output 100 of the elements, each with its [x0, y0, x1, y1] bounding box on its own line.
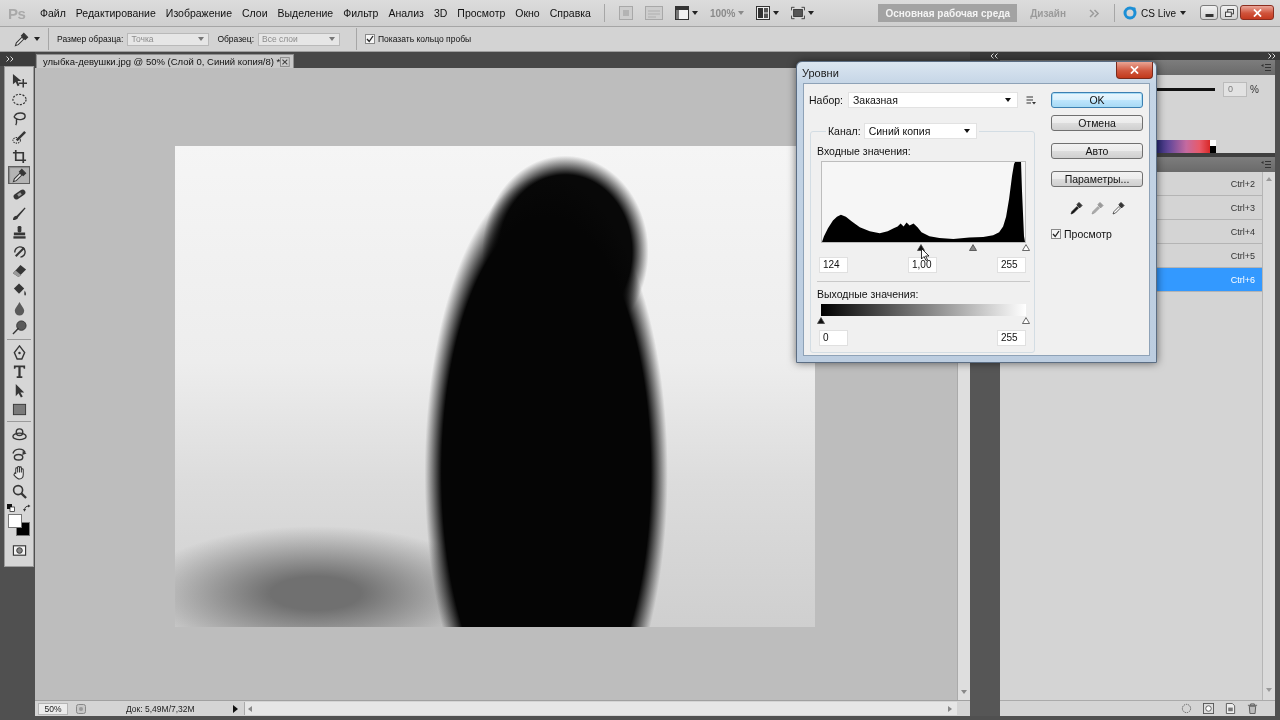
collapse-chevron-icon[interactable]: [990, 53, 998, 59]
dotted-circle-icon[interactable]: [1181, 703, 1192, 714]
small-squares-icon[interactable]: [7, 504, 15, 512]
foreground-background-colors-icon[interactable]: [8, 514, 30, 536]
caret-icon: [738, 11, 745, 15]
sample-label: Образец:: [217, 34, 254, 44]
left-arrow-icon[interactable]: [247, 705, 252, 712]
arrange-documents-button[interactable]: [754, 6, 782, 20]
paint-bucket-icon: [11, 281, 27, 297]
restore-icon: [1224, 8, 1234, 17]
preview-checkbox[interactable]: Просмотр: [1051, 228, 1143, 240]
output-levels-slider[interactable]: [817, 317, 1030, 324]
preset-menu-icon[interactable]: [1026, 95, 1036, 105]
circle-in-frame-icon: [11, 542, 27, 558]
menu-item[interactable]: Выделение: [272, 7, 339, 19]
caret-icon: [963, 129, 970, 133]
move-arrow-icon: [11, 72, 27, 88]
menu-item[interactable]: Слои: [237, 7, 273, 19]
close-icon: [1130, 66, 1139, 74]
horizontal-scrollbar[interactable]: [243, 702, 957, 715]
close-icon[interactable]: [280, 56, 290, 67]
window-icon: [674, 6, 689, 20]
tool-button[interactable]: [8, 166, 30, 184]
minimize-button[interactable]: [1200, 5, 1218, 20]
eyedropper-icon[interactable]: [1112, 201, 1125, 215]
ring-sphere-icon: [11, 426, 27, 442]
caret-icon: [1005, 98, 1011, 102]
menu-item[interactable]: Фильтр: [338, 7, 384, 19]
zoom-field[interactable]: 50%: [38, 702, 68, 715]
input-field[interactable]: 255: [997, 257, 1026, 273]
trash-icon[interactable]: [1247, 703, 1258, 714]
dialog-button[interactable]: Параметры...: [1051, 171, 1143, 187]
arc-brush-icon: [11, 243, 27, 259]
document-tab[interactable]: улыбка-девушки.jpg @ 50% (Слой 0, Синий копия/8) *: [36, 54, 294, 68]
pen-nib-icon: [11, 344, 27, 360]
preset-label: Набор:: [809, 94, 845, 106]
input-field[interactable]: 1,00: [908, 257, 937, 273]
menu-item[interactable]: Файл: [35, 7, 71, 19]
eyedropper-icon[interactable]: [1070, 201, 1083, 215]
menu-item[interactable]: 3D: [428, 7, 453, 19]
play-triangle-icon[interactable]: [232, 704, 238, 713]
caret-icon: [329, 37, 335, 41]
cs-live-button[interactable]: CS Live: [1123, 6, 1186, 20]
channel-dropdown[interactable]: Синий копия: [863, 123, 977, 139]
right-arrow-icon[interactable]: [948, 705, 952, 712]
caret-icon: [198, 37, 205, 41]
rectangle-icon: [11, 401, 27, 417]
menu-item[interactable]: Справка: [544, 7, 596, 19]
input-levels-label: Входные значения:: [817, 145, 912, 157]
output-field[interactable]: 255: [997, 330, 1026, 346]
eyedropper-icon: [14, 31, 29, 47]
swap-arrow-icon[interactable]: [23, 504, 31, 512]
slider-thumb[interactable]: [817, 317, 825, 324]
output-field[interactable]: 0: [819, 330, 848, 346]
curved-arrow-ring-icon: [11, 445, 27, 461]
document-size-text: Док: 5,49M/7,32M: [126, 703, 195, 714]
caret-icon: [808, 11, 815, 15]
screen-frame-button[interactable]: [789, 6, 817, 20]
dialog-button[interactable]: Отмена: [1051, 115, 1143, 131]
mouse-pointer-icon: [921, 248, 930, 261]
panel-menu-icon[interactable]: [1261, 161, 1271, 168]
slider-track[interactable]: [1157, 88, 1215, 91]
menu-item[interactable]: Изображение: [160, 7, 237, 19]
color-ramp-bar[interactable]: [1157, 140, 1210, 153]
screen-mode-button[interactable]: [672, 6, 700, 20]
dialog-button[interactable]: Авто: [1051, 143, 1143, 159]
menu-item[interactable]: Анализ: [383, 7, 429, 19]
brush-selection-icon: [11, 129, 27, 145]
slider-thumb[interactable]: [1022, 244, 1030, 251]
folded-page-icon[interactable]: [1225, 703, 1236, 714]
slider-thumb[interactable]: [1022, 317, 1030, 324]
eyedropper-icon: [11, 167, 27, 183]
input-field[interactable]: 124: [819, 257, 848, 273]
close-button[interactable]: [1240, 5, 1274, 20]
mono-swatch-icon[interactable]: [1210, 140, 1216, 153]
square-circle-icon[interactable]: [1203, 703, 1214, 714]
expand-chevron-icon[interactable]: [6, 56, 14, 62]
brush-icon: [11, 205, 27, 221]
eraser-icon: [11, 262, 27, 278]
menu-item[interactable]: Просмотр: [452, 7, 511, 19]
crop-icon: [11, 148, 27, 164]
dialog-button[interactable]: OK: [1051, 92, 1143, 108]
magnifier-icon: [11, 483, 27, 499]
panel-menu-icon[interactable]: [1261, 64, 1271, 71]
ring-icon: [1123, 6, 1137, 20]
expand-chevron-icon[interactable]: [1268, 53, 1276, 59]
close-icon: [1252, 8, 1262, 17]
sample-ring-checkbox[interactable]: Показать кольцо пробы: [365, 34, 472, 44]
minimize-icon: [1204, 13, 1214, 17]
menu-item[interactable]: Редактирование: [70, 7, 161, 19]
unit-label: %: [1250, 84, 1259, 95]
lollipop-icon: [11, 319, 27, 335]
menu-item[interactable]: Окно: [510, 7, 545, 19]
stamp-icon: [11, 224, 27, 240]
down-arrow-icon[interactable]: [961, 690, 967, 694]
dialog-close-button[interactable]: [1116, 62, 1153, 79]
tool-preset-button[interactable]: [14, 31, 40, 47]
preset-dropdown[interactable]: Заказная: [848, 92, 1018, 108]
caret-icon: [773, 11, 780, 15]
restore-button[interactable]: [1220, 5, 1238, 20]
